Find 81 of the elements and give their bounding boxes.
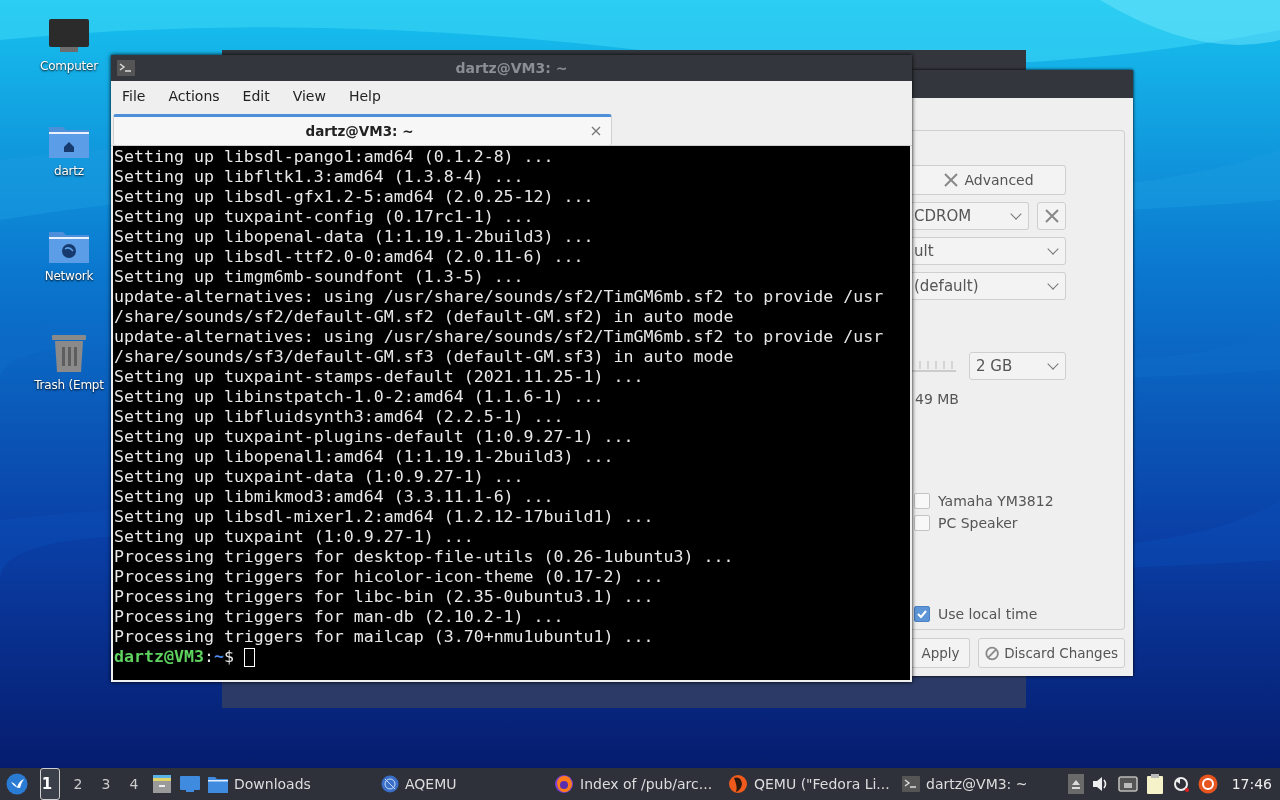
apply-button[interactable]: Apply [912, 638, 970, 668]
folder-icon [208, 775, 228, 793]
tools-button[interactable] [1037, 202, 1066, 230]
fox-globe-icon [554, 774, 574, 794]
checkbox-label: Yamaha YM3812 [938, 493, 1054, 509]
memory-dropdown[interactable]: 2 GB [969, 352, 1066, 380]
output-line: Setting up libmikmod3:amd64 (3.3.11.1-6) ... [114, 487, 555, 507]
network-port-icon[interactable] [1117, 776, 1138, 792]
taskbar-task[interactable]: dartz@VM3: ~ [902, 768, 1028, 800]
sync-icon[interactable] [1171, 775, 1190, 793]
menu-item[interactable]: Help [348, 88, 392, 104]
workspace-button[interactable]: 2 [68, 768, 88, 800]
output-line: Setting up libsdl-pango1:amd64 (0.1.2-8) ... [114, 147, 555, 167]
output-line: Processing triggers for libc-bin (2.35-0ubuntu3.1) ... [114, 587, 655, 607]
monitor-icon[interactable] [48, 18, 90, 54]
output-line: Processing triggers for hicolor-icon-theme (0.17-2) ... [114, 567, 665, 587]
output-line: Setting up libsdl-gfx1.2-5:amd64 (2.0.25-12) ... [114, 187, 595, 207]
prompt-path: ~ [213, 647, 224, 667]
output-line: Setting up timgm6mb-soundfont (1.3-5) ... [114, 267, 525, 287]
output-line: Setting up libsdl-mixer1.2:amd64 (1.2.12-17build1) ... [114, 507, 655, 527]
desktop-icon-label[interactable]: Trash (Empt [34, 378, 104, 392]
advanced-button[interactable]: Advanced [912, 165, 1066, 195]
output-line: Setting up tuxpaint-data (1:0.9.27-1) ... [114, 467, 525, 487]
output-line: Setting up tuxpaint-config (0.17rc1-1) ... [114, 207, 535, 227]
output-line: Setting up tuxpaint (1:0.9.27-1) ... [114, 527, 475, 547]
output-line: Processing triggers for mailcap (3.70+nmu1ubuntu1) ... [114, 627, 655, 647]
output-line: Processing triggers for man-db (2.10.2-1) ... [114, 607, 565, 627]
output-line: Setting up libopenal-data (1:1.19.1-2build3) ... [114, 227, 595, 247]
window-title: dartz@VM3: ~ [454, 60, 569, 76]
slider-ticks [912, 359, 956, 373]
prompt-user: dartz@VM3 [114, 647, 204, 667]
power-ring-icon[interactable] [1197, 774, 1218, 794]
globe-icon [381, 775, 399, 793]
output-line: Setting up libfltk1.3:amd64 (1.3.8-4) ... [114, 167, 525, 187]
prompt-symbol: $ [223, 647, 234, 667]
taskbar-task[interactable]: QEMU ("Fedora Li... [728, 768, 894, 800]
taskbar-task[interactable]: Index of /pub/arc... [554, 768, 720, 800]
clipboard-icon[interactable] [1145, 773, 1164, 795]
checkbox[interactable] [914, 606, 930, 622]
file-cabinet-icon[interactable] [152, 774, 172, 794]
output-line: Setting up libfluidsynth3:amd64 (2.2.5-1) ... [114, 407, 565, 427]
output-line: Setting up libinstpatch-1.0-2:amd64 (1.1.6-1) ... [114, 387, 605, 407]
start-menu-icon[interactable] [6, 773, 28, 795]
terminal-icon [117, 60, 135, 76]
taskbar-task[interactable]: Downloads [208, 768, 373, 800]
menu-item[interactable]: Edit [242, 88, 281, 104]
checkbox-label: PC Speaker [938, 515, 1018, 531]
menu-item[interactable]: View [292, 88, 337, 104]
output-line: update-alternatives: using /usr/share/sounds/sf2/TimGM6mb.sf2 to provide /usr [114, 287, 885, 307]
eject-icon[interactable] [1067, 774, 1084, 794]
checkbox[interactable] [914, 515, 930, 531]
taskbar-task[interactable]: AQEMU [381, 768, 546, 800]
workspace-button[interactable]: 4 [124, 768, 144, 800]
output-line: Setting up libopenal1:amd64 (1:1.19.1-2build3) ... [114, 447, 615, 467]
menu-item[interactable]: File [122, 88, 157, 104]
cdrom-dropdown[interactable]: CDROM [912, 202, 1029, 230]
output-line: Setting up tuxpaint-plugins-default (1:0.9.27-1) ... [114, 427, 635, 447]
output-line: /share/sounds/sf2/default-GM.sf2 (default-GM.sf2) in auto mode [114, 307, 735, 327]
desktop-icon[interactable] [180, 775, 200, 793]
text-cursor [243, 647, 255, 667]
discard-changes-button[interactable]: Discard Changes [978, 638, 1125, 668]
close-icon[interactable] [591, 126, 601, 136]
dropdown[interactable]: ult [912, 237, 1066, 265]
output-line: Setting up tuxpaint-stamps-default (2021.11.25-1) ... [114, 367, 645, 387]
checkbox-label: Use local time [938, 606, 1038, 622]
terminal-icon [902, 776, 920, 792]
clock[interactable]: 17:46 [1231, 776, 1272, 792]
tab[interactable]: dartz@VM3: ~ [113, 114, 612, 145]
checkbox[interactable] [914, 493, 930, 509]
workspace-button[interactable]: 1 [40, 768, 60, 800]
workspace-button[interactable]: 3 [96, 768, 116, 800]
output-line: Setting up libsdl-ttf2.0-0:amd64 (2.0.11-6) ... [114, 247, 585, 267]
dropdown[interactable]: (default) [912, 272, 1066, 300]
desktop-icon-label[interactable]: Network [44, 269, 94, 283]
cancel-icon [985, 645, 1000, 661]
prompt-separator: : [203, 647, 214, 667]
output-line: /share/sounds/sf3/default-GM.sf3 (default-GM.sf3) in auto mode [114, 347, 735, 367]
memory-note: 49 MB [915, 391, 959, 407]
output-line: Processing triggers for desktop-file-utils (0.26-1ubuntu3) ... [114, 547, 735, 567]
output-line: update-alternatives: using /usr/share/sounds/sf2/TimGM6mb.sf2 to provide /usr [114, 327, 885, 347]
menu-item[interactable]: Actions [168, 88, 231, 104]
